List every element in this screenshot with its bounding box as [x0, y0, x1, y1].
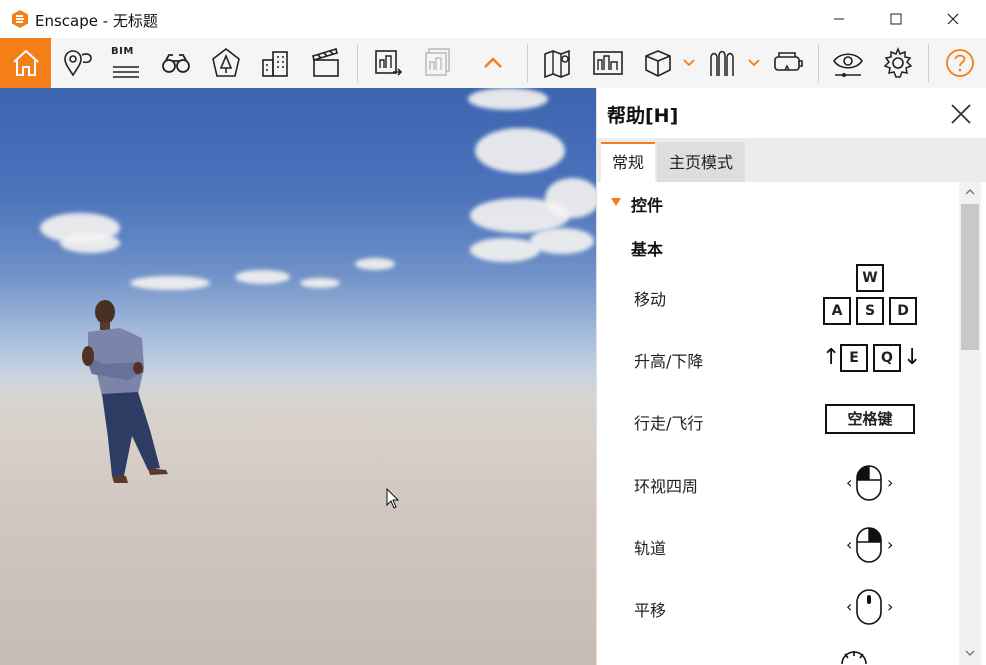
- help-tab-bar: 常规 主页模式: [597, 138, 986, 182]
- close-icon: [947, 13, 959, 25]
- panorama-icon: [593, 51, 623, 75]
- control-label-walk-fly: 行走/飞行: [634, 414, 704, 433]
- map-icon: [544, 49, 570, 79]
- title-bar: Enscape - 无标题: [0, 0, 986, 38]
- arrow-right-icon: ›: [887, 473, 894, 492]
- map-pin-icon: [64, 50, 92, 77]
- batch-render-icon: [425, 48, 450, 76]
- minimize-icon: [834, 18, 844, 20]
- key-s: S: [856, 297, 884, 325]
- visual-settings-button[interactable]: [826, 38, 870, 88]
- arrow-up-icon: ↑: [822, 345, 841, 370]
- scroll-up-icon[interactable]: [964, 186, 976, 198]
- minimize-button[interactable]: [816, 0, 862, 38]
- toolbar-separator: [357, 44, 358, 82]
- arrow-right-icon: ›: [887, 535, 894, 554]
- help-scrollbar[interactable]: [959, 182, 981, 665]
- vr-headset-icon: [774, 52, 803, 71]
- key-e: E: [840, 344, 868, 372]
- scrollbar-thumb[interactable]: [961, 204, 979, 350]
- collapse-toolbar-button[interactable]: [476, 38, 510, 88]
- home-button[interactable]: [0, 38, 51, 88]
- atmosphere-button[interactable]: [204, 38, 248, 88]
- panorama-button[interactable]: [586, 38, 630, 88]
- enscape-logo-icon: [12, 10, 28, 28]
- toolbar-separator: [928, 44, 929, 82]
- cube-icon: [645, 50, 671, 77]
- help-panel: 帮助[H] 常规 主页模式 控件 基本 移动 W A S D 升高/下降 ↑ E…: [596, 88, 986, 665]
- scroll-down-icon[interactable]: [964, 647, 976, 659]
- arrow-left-icon: ‹: [846, 535, 853, 554]
- asset-dropdown-toggle[interactable]: [682, 38, 696, 88]
- eye-icon: [833, 53, 863, 77]
- arrow-left-icon: ‹: [846, 597, 853, 616]
- toolbar-separator: [527, 44, 528, 82]
- control-label-orbit: 轨道: [634, 539, 667, 558]
- scroll-wheel-icon: [841, 651, 867, 665]
- mouse-right-button-icon: [856, 527, 882, 563]
- views-button[interactable]: [56, 38, 100, 88]
- buildings-icon: [262, 51, 288, 77]
- clipping-icon: [710, 50, 734, 76]
- batch-render-button[interactable]: [416, 38, 460, 88]
- clipping-dropdown-toggle[interactable]: [747, 38, 761, 88]
- export-render-icon: [375, 50, 403, 76]
- window-title: Enscape - 无标题: [35, 12, 158, 30]
- video-editor-button[interactable]: [304, 38, 348, 88]
- control-label-pan: 平移: [634, 601, 667, 620]
- close-help-panel-button[interactable]: [949, 102, 973, 126]
- vr-button[interactable]: [766, 38, 810, 88]
- binoculars-button[interactable]: [154, 38, 198, 88]
- mouse-left-button-icon: [856, 465, 882, 501]
- collapse-up-icon: [484, 57, 502, 68]
- help-button[interactable]: [938, 38, 982, 88]
- clipping-button[interactable]: [700, 38, 744, 88]
- arrow-down-icon: ↓: [903, 345, 922, 370]
- toolbar-separator: [818, 44, 819, 82]
- arrow-right-icon: ›: [887, 597, 894, 616]
- close-window-button[interactable]: [930, 0, 976, 38]
- mouse-cursor-icon: [386, 488, 400, 509]
- key-w: W: [856, 264, 884, 292]
- help-panel-title: 帮助[H]: [607, 105, 679, 127]
- help-content: 控件 基本 移动 W A S D 升高/下降 ↑ E Q ↓ 行走/飞行 空格键…: [597, 182, 959, 665]
- control-label-raise-lower: 升高/下降: [634, 352, 704, 371]
- tab-general[interactable]: 常规: [601, 142, 655, 182]
- bim-label: BIM: [111, 46, 134, 57]
- render-viewport[interactable]: [0, 88, 596, 665]
- sun-icon: [212, 47, 240, 77]
- chevron-down-icon: [683, 59, 695, 67]
- mouse-middle-button-icon: [856, 589, 882, 625]
- control-label-look-around: 环视四周: [634, 477, 699, 496]
- person-figure: [82, 300, 168, 483]
- collapse-caret-icon[interactable]: [611, 198, 621, 206]
- clapperboard-icon: [312, 47, 339, 77]
- general-settings-button[interactable]: [876, 38, 920, 88]
- home-icon: [12, 49, 39, 76]
- binoculars-icon: [162, 54, 190, 73]
- asset-library-button[interactable]: [636, 38, 680, 88]
- maximize-button[interactable]: [873, 0, 919, 38]
- export-render-button[interactable]: [366, 38, 410, 88]
- controls-section-title[interactable]: 控件: [631, 192, 663, 216]
- chevron-down-icon: [748, 59, 760, 67]
- settings-gear-icon: [883, 46, 913, 78]
- key-q: Q: [873, 344, 901, 372]
- arrow-left-icon: ‹: [846, 473, 853, 492]
- control-label-move: 移动: [634, 290, 667, 309]
- main-toolbar: BIM: [0, 38, 986, 88]
- key-a: A: [823, 297, 851, 325]
- basic-group-title: 基本: [631, 240, 664, 259]
- tab-home-mode[interactable]: 主页模式: [657, 142, 745, 182]
- help-icon: [946, 49, 974, 77]
- map-button[interactable]: [536, 38, 580, 88]
- buildings-button[interactable]: [254, 38, 298, 88]
- maximize-icon: [890, 13, 902, 25]
- key-d: D: [889, 297, 917, 325]
- key-space: 空格键: [825, 404, 915, 434]
